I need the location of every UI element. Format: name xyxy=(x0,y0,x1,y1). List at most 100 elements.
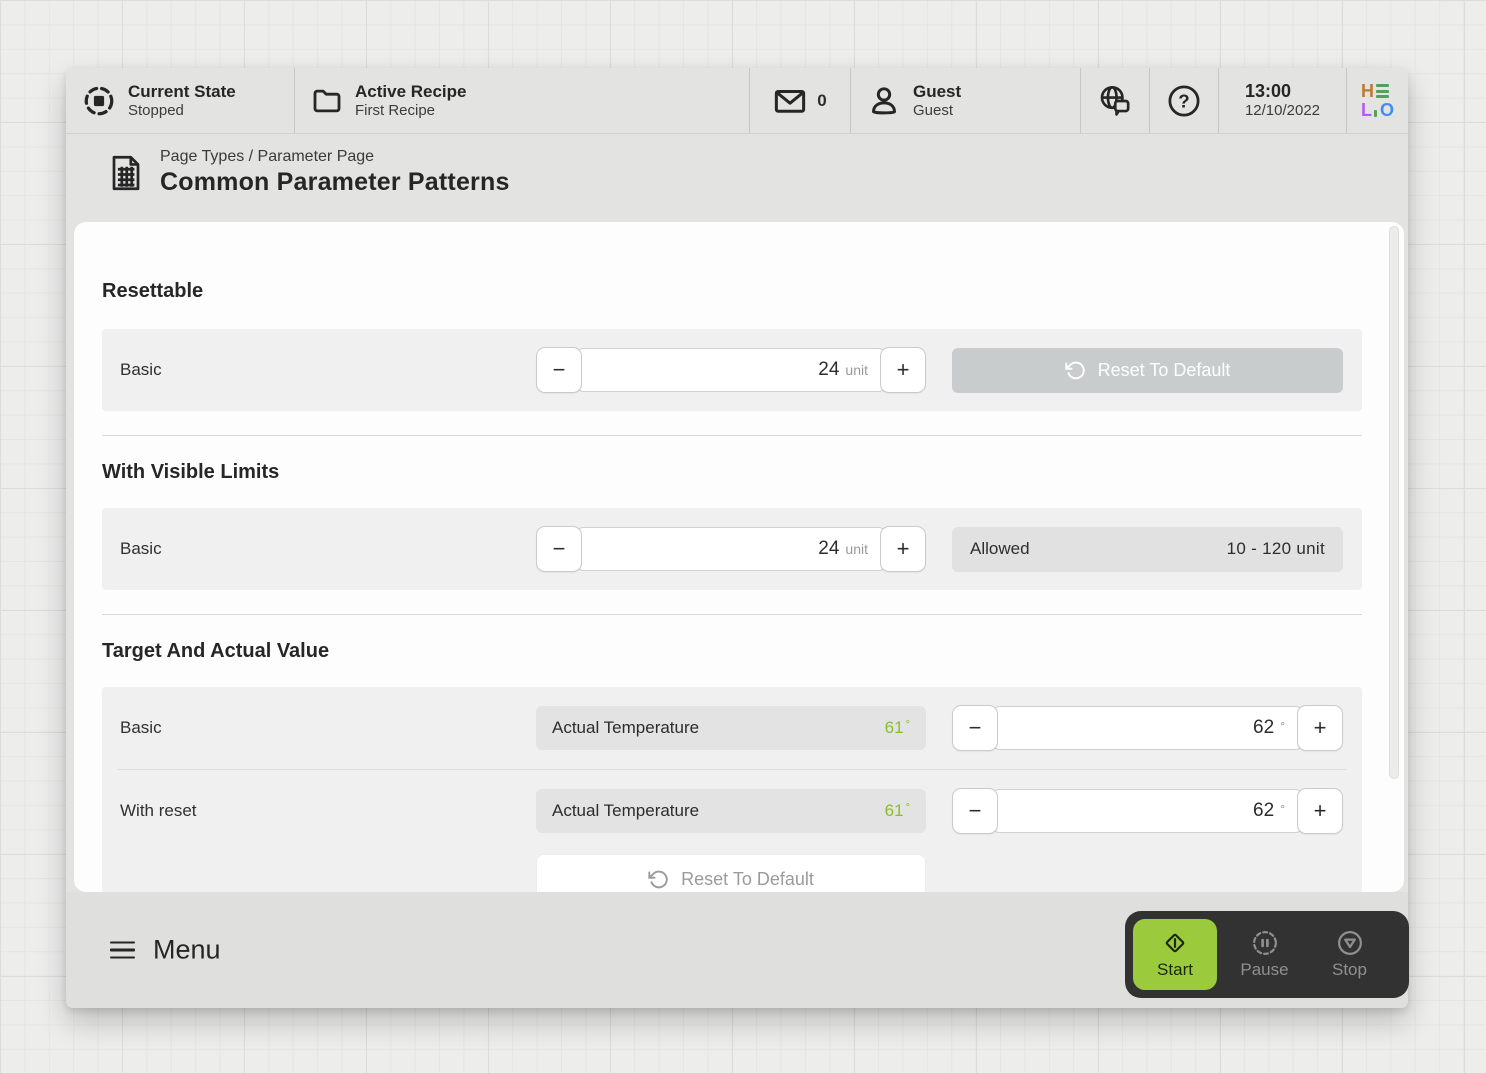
user-icon xyxy=(867,84,901,118)
logo-apostrophe xyxy=(1374,110,1377,117)
active-recipe-label: Active Recipe xyxy=(355,81,467,102)
decrement-button[interactable]: − xyxy=(536,526,582,572)
parameter-row-resettable-basic: Basic − 24 unit + Reset To Default xyxy=(102,329,1362,411)
active-recipe-value: First Recipe xyxy=(355,102,467,121)
pause-icon xyxy=(1251,929,1279,957)
parameter-row-limits-basic: Basic − 24 unit + Allowed 10 - 120 unit xyxy=(102,508,1362,590)
reset-to-default-button[interactable]: Reset To Default xyxy=(952,348,1343,393)
menu-label: Menu xyxy=(153,935,221,966)
actual-value-number: 61 xyxy=(885,801,904,821)
parameter-row-target-basic: Basic Actual Temperature 61 ° − 62 ° + xyxy=(102,687,1362,769)
reset-to-default-button[interactable]: Reset To Default xyxy=(536,854,926,892)
mail-icon xyxy=(773,86,807,116)
start-icon xyxy=(1161,929,1189,957)
actual-value-unit: ° xyxy=(906,802,910,814)
value-input[interactable]: 24 unit xyxy=(577,527,885,571)
page-header: Page Types / Parameter Page Common Param… xyxy=(66,134,1408,213)
svg-text:?: ? xyxy=(1178,90,1189,111)
brand-cell: H L O xyxy=(1347,68,1408,133)
actual-value-unit: ° xyxy=(906,719,910,731)
logo-letter-h: H xyxy=(1361,82,1374,100)
actual-value: 61 ° xyxy=(885,801,910,821)
clock-time: 13:00 xyxy=(1245,80,1320,103)
machine-controls: Start Pause xyxy=(1125,911,1409,998)
value-input[interactable]: 62 ° xyxy=(993,789,1302,833)
content-panel: Resettable Basic − 24 unit + Reset To D xyxy=(74,222,1404,892)
decrement-button[interactable]: − xyxy=(952,705,998,751)
stopped-state-icon xyxy=(82,84,116,118)
messages-count-badge: 0 xyxy=(817,91,826,111)
reset-icon xyxy=(1065,360,1086,381)
value-text: 62 xyxy=(1253,800,1274,822)
pause-button[interactable]: Pause xyxy=(1222,919,1307,990)
user-cell[interactable]: Guest Guest xyxy=(851,68,1081,133)
display-label: Actual Temperature xyxy=(552,718,699,738)
target-stepper: − 62 ° + xyxy=(952,788,1343,834)
menu-button[interactable]: Menu xyxy=(110,935,221,966)
page-title: Common Parameter Patterns xyxy=(160,168,510,197)
logo-letter-o: O xyxy=(1380,101,1394,119)
messages-cell[interactable]: 0 xyxy=(750,68,851,133)
reset-button-label: Reset To Default xyxy=(1098,360,1231,381)
hamburger-icon xyxy=(110,941,135,959)
clock-date: 12/10/2022 xyxy=(1245,102,1320,121)
current-state-cell: Current State Stopped xyxy=(66,68,295,133)
logo-letter-l: L xyxy=(1361,101,1372,119)
actual-value: 61 ° xyxy=(885,718,910,738)
actual-value-number: 61 xyxy=(885,718,904,738)
section-heading-visible-limits: With Visible Limits xyxy=(102,461,1362,484)
increment-button[interactable]: + xyxy=(1297,788,1343,834)
value-text: 24 xyxy=(818,359,839,381)
increment-button[interactable]: + xyxy=(880,526,926,572)
breadcrumb: Page Types / Parameter Page xyxy=(160,148,510,166)
stop-icon xyxy=(1336,929,1364,957)
value-text: 24 xyxy=(818,538,839,560)
decrement-button[interactable]: − xyxy=(536,347,582,393)
stop-button[interactable]: Stop xyxy=(1307,919,1392,990)
section-heading-target-actual: Target And Actual Value xyxy=(102,640,1362,663)
row-label: Basic xyxy=(120,539,510,559)
active-recipe-cell[interactable]: Active Recipe First Recipe xyxy=(295,68,750,133)
user-role: Guest xyxy=(913,102,961,121)
row-label: With reset xyxy=(120,801,510,821)
value-stepper: − 24 unit + xyxy=(536,347,926,393)
datetime-cell: 13:00 12/10/2022 xyxy=(1219,68,1347,133)
reset-button-label: Reset To Default xyxy=(681,869,814,890)
parameter-page-icon xyxy=(108,153,144,193)
decrement-button[interactable]: − xyxy=(952,788,998,834)
allowed-range-value: 10 - 120 unit xyxy=(1227,539,1325,559)
target-actual-group: Basic Actual Temperature 61 ° − 62 ° + xyxy=(102,687,1362,892)
actual-value-display: Actual Temperature 61 ° xyxy=(536,706,926,750)
stop-label: Stop xyxy=(1332,960,1367,980)
help-icon: ? xyxy=(1166,83,1202,119)
start-button[interactable]: Start xyxy=(1133,919,1217,990)
value-stepper: − 24 unit + xyxy=(536,526,926,572)
reset-row: Reset To Default xyxy=(102,852,1362,892)
increment-button[interactable]: + xyxy=(1297,705,1343,751)
language-cell[interactable] xyxy=(1081,68,1150,133)
top-status-bar: Current State Stopped Active Recipe Firs… xyxy=(66,68,1408,134)
footer-bar: Menu Start xyxy=(66,892,1408,1008)
app-window: Current State Stopped Active Recipe Firs… xyxy=(66,68,1408,1008)
vertical-scrollbar-thumb[interactable] xyxy=(1389,226,1399,779)
value-input[interactable]: 62 ° xyxy=(993,706,1302,750)
unit-text: unit xyxy=(845,541,868,557)
row-label: Basic xyxy=(120,718,510,738)
section-heading-resettable: Resettable xyxy=(102,280,1362,303)
user-name: Guest xyxy=(913,81,961,102)
value-input[interactable]: 24 unit xyxy=(577,348,885,392)
reset-icon xyxy=(648,869,669,890)
current-state-label: Current State xyxy=(128,81,236,102)
unit-text: ° xyxy=(1280,802,1285,816)
folder-icon xyxy=(311,85,343,117)
help-cell[interactable]: ? xyxy=(1150,68,1219,133)
logo-letter-e xyxy=(1376,84,1389,98)
allowed-label: Allowed xyxy=(970,539,1030,559)
increment-button[interactable]: + xyxy=(880,347,926,393)
language-globe-icon xyxy=(1097,83,1133,119)
start-label: Start xyxy=(1157,960,1193,980)
current-state-value: Stopped xyxy=(128,102,236,121)
section-divider xyxy=(102,435,1362,436)
unit-text: ° xyxy=(1280,719,1285,733)
actual-value-display: Actual Temperature 61 ° xyxy=(536,789,926,833)
